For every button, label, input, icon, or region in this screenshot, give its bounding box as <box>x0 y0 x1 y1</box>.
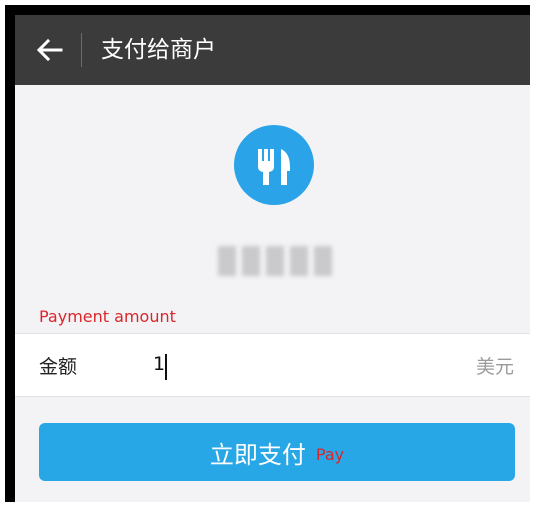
header-divider <box>81 33 82 67</box>
merchant-logo <box>234 125 314 205</box>
text-caret <box>165 354 167 380</box>
pay-button-label: 立即支付 <box>209 440 306 469</box>
amount-row: 金额 美元 <box>15 333 530 397</box>
pay-annotation: Pay <box>315 444 345 464</box>
pay-button[interactable]: 立即支付 Pay <box>39 423 515 481</box>
device-frame: 支付给商户 Payment amount 金额 1 美元 立即支付 Pay <box>5 5 530 502</box>
blurred-text-block <box>242 246 260 276</box>
amount-label: 金额 <box>39 356 78 378</box>
back-button[interactable] <box>35 37 65 63</box>
blurred-text-block <box>314 246 332 276</box>
payment-amount-annotation: Payment amount <box>39 307 176 326</box>
blurred-text-block <box>218 246 236 276</box>
fork-knife-icon <box>258 149 290 185</box>
top-bar: 支付给商户 <box>15 15 530 85</box>
arrow-left-icon <box>36 38 63 62</box>
merchant-name-blurred <box>203 243 347 279</box>
amount-input[interactable] <box>153 348 403 380</box>
blurred-text-block <box>266 246 284 276</box>
payment-screen: 支付给商户 Payment amount 金额 1 美元 立即支付 Pay <box>15 15 530 502</box>
page-title: 支付给商户 <box>101 37 216 63</box>
currency-label: 美元 <box>475 356 514 378</box>
blurred-text-block <box>290 246 308 276</box>
